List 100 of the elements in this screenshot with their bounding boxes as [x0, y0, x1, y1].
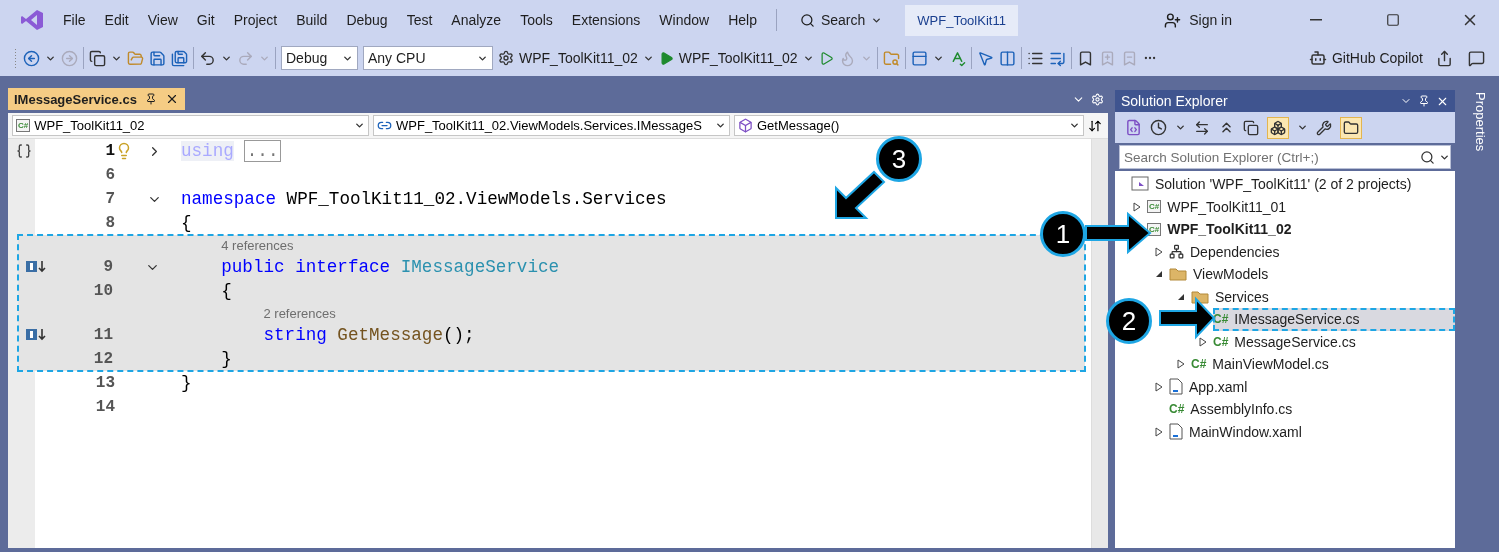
- code-line: {: [220, 281, 232, 301]
- caret-icon[interactable]: [354, 120, 365, 131]
- project-icon: C#: [1147, 200, 1162, 214]
- csharp-file-icon: C#: [1191, 357, 1207, 372]
- save-icon[interactable]: [149, 49, 166, 67]
- caret-icon[interactable]: [1297, 122, 1308, 133]
- startup-project[interactable]: WPF_ToolKit11_02: [519, 50, 638, 66]
- back-icon[interactable]: [23, 49, 40, 67]
- split-icon[interactable]: [1088, 118, 1102, 133]
- xaml-file-icon: [1169, 423, 1183, 441]
- menu-item[interactable]: File: [63, 12, 86, 28]
- tree-item[interactable]: C# MainViewModel.cs: [1191, 353, 1455, 376]
- toggle-button[interactable]: [1267, 116, 1289, 139]
- platform-dropdown[interactable]: Any CPU: [363, 46, 493, 70]
- search-field[interactable]: Search Solution Explorer (Ctrl+;): [1120, 149, 1420, 165]
- search-bar[interactable]: Search Solution Explorer (Ctrl+;): [1119, 145, 1451, 169]
- app-logo-icon: [20, 8, 44, 32]
- folder-icon: [1191, 289, 1209, 304]
- copilot-button[interactable]: GitHub Copilot: [1331, 50, 1423, 66]
- menu-item[interactable]: Git: [196, 12, 215, 28]
- collapse-arrow-icon[interactable]: [1155, 270, 1163, 279]
- caret-icon[interactable]: [1175, 122, 1186, 133]
- implementation-icon[interactable]: [26, 260, 48, 274]
- preview-toggle[interactable]: [1340, 116, 1362, 139]
- configuration-dropdown[interactable]: Debug: [281, 46, 358, 70]
- undo-icon[interactable]: [199, 49, 216, 67]
- code-line: string GetMessage();: [262, 325, 475, 345]
- code-line: {: [181, 213, 192, 233]
- wrench-icon[interactable]: [1316, 119, 1332, 136]
- menu-item[interactable]: Analyze: [451, 12, 502, 28]
- file-tab[interactable]: IMessageService.cs: [8, 88, 185, 110]
- caret-icon[interactable]: [1069, 120, 1080, 131]
- menu-item[interactable]: Tools: [520, 12, 553, 28]
- solution-icon: [1131, 176, 1149, 193]
- menu-item[interactable]: Debug: [346, 12, 388, 28]
- run-target[interactable]: WPF_ToolKit11_02: [678, 50, 798, 66]
- properties-tab[interactable]: Properties: [1472, 92, 1488, 152]
- expand-arrow-icon[interactable]: [1155, 426, 1163, 437]
- references-count[interactable]: 2 references: [263, 305, 336, 321]
- play-icon[interactable]: [658, 50, 674, 66]
- tree-item[interactable]: C# WPF_ToolKit11_01: [1147, 195, 1455, 218]
- expand-arrow-icon[interactable]: [1177, 359, 1185, 370]
- sync-icon[interactable]: [1194, 119, 1210, 136]
- window-icon[interactable]: [910, 49, 928, 67]
- menu-item[interactable]: Edit: [104, 12, 129, 28]
- navigation-dropdown[interactable]: GetMessage(): [734, 115, 1084, 136]
- tree-item[interactable]: Services: [1191, 285, 1455, 308]
- expand-arrow-icon[interactable]: [1199, 336, 1207, 347]
- caret-icon[interactable]: [715, 120, 726, 131]
- menu-item[interactable]: Extensions: [571, 12, 641, 28]
- copilot-icon[interactable]: [1308, 49, 1327, 67]
- new-project-icon[interactable]: [89, 49, 106, 67]
- menu-item[interactable]: Window: [659, 12, 710, 28]
- references-count[interactable]: 4 references: [221, 237, 294, 253]
- pin-icon[interactable]: [144, 93, 157, 105]
- sign-in-button[interactable]: Sign in: [1158, 10, 1238, 30]
- line-number: 8: [105, 214, 115, 232]
- menu-item[interactable]: Test: [406, 12, 433, 28]
- code-line: }: [220, 349, 232, 369]
- tree-item[interactable]: MainWindow.xaml: [1169, 420, 1455, 443]
- collapse-arrow-icon[interactable]: [1177, 292, 1185, 301]
- feedback-icon[interactable]: [1468, 49, 1485, 67]
- play-outline-icon[interactable]: [818, 50, 834, 66]
- navigation-dropdown[interactable]: WPF_ToolKit11_02.ViewModels.Services.IMessageS: [373, 115, 730, 136]
- copy-icon[interactable]: [1243, 119, 1259, 136]
- solution-view-icon[interactable]: [1125, 119, 1142, 136]
- minimize-icon: [1310, 19, 1322, 21]
- menu-item[interactable]: View: [147, 12, 178, 28]
- search-icon[interactable]: [1420, 149, 1435, 165]
- menu-item[interactable]: Project: [233, 12, 278, 28]
- scrollbar[interactable]: [1091, 139, 1108, 548]
- line-number: 9: [103, 258, 113, 276]
- save-all-icon[interactable]: [171, 49, 188, 67]
- tree-item[interactable]: C# MessageService.cs: [1213, 330, 1455, 353]
- implementation-icon[interactable]: [26, 328, 48, 342]
- gear-icon[interactable]: [498, 50, 514, 66]
- braces-icon[interactable]: [16, 143, 32, 159]
- menu-item[interactable]: Build: [296, 12, 328, 28]
- menu-item[interactable]: Help: [728, 12, 757, 28]
- tree-item[interactable]: Solution 'WPF_ToolKit11' (2 of 2 projects): [1131, 173, 1455, 196]
- expand-arrow-icon[interactable]: [1133, 201, 1141, 212]
- clock-icon[interactable]: [1150, 119, 1167, 136]
- tree-item[interactable]: App.xaml: [1169, 375, 1455, 398]
- callout-arrow: [835, 170, 886, 219]
- expand-arrow-icon[interactable]: [1155, 246, 1163, 257]
- search-button[interactable]: Search: [795, 12, 887, 28]
- cube-icon: [738, 118, 753, 133]
- pointer-icon[interactable]: [976, 49, 994, 67]
- user-plus-icon: [1164, 11, 1182, 29]
- dependencies-icon: [1169, 244, 1184, 260]
- share-icon[interactable]: [1436, 49, 1453, 67]
- columns-icon[interactable]: [998, 49, 1016, 67]
- tree-item[interactable]: ViewModels: [1169, 263, 1455, 286]
- tree-item[interactable]: C# AssemblyInfo.cs: [1169, 398, 1455, 421]
- pin-icon[interactable]: [1418, 95, 1430, 107]
- expand-arrow-icon[interactable]: [1155, 381, 1163, 392]
- navigation-dropdown[interactable]: C# WPF_ToolKit11_02: [12, 115, 369, 136]
- search-icon[interactable]: [799, 12, 815, 28]
- csharp-file-icon: C#: [1169, 402, 1185, 417]
- tree-item[interactable]: Dependencies: [1169, 240, 1455, 263]
